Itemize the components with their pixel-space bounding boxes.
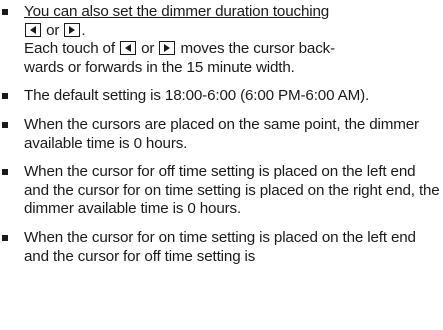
item-text: Each touch of	[24, 40, 115, 58]
list-item: When the cursor for off time setting is …	[0, 163, 443, 219]
right-arrow-button-icon	[159, 41, 176, 56]
item-text: When the cursor for off time setting is …	[24, 163, 440, 218]
bullet-marker	[2, 9, 8, 15]
item-text: When the cursor for on time setting is p…	[24, 228, 416, 265]
left-arrow-button-icon	[120, 41, 137, 56]
list-item: You can also set the dimmer duration tou…	[0, 3, 443, 77]
item-text: or	[141, 40, 155, 58]
item-text: When the cursors are placed on the same …	[24, 115, 419, 152]
item-text: moves the cursor back-	[180, 40, 336, 58]
bullet-marker	[2, 93, 8, 100]
item-text: You can also set the dimmer duration tou…	[24, 3, 330, 20]
list-item: When the cursors are placed on the same …	[0, 116, 443, 153]
bullet-marker	[2, 169, 8, 176]
bullet-marker	[2, 121, 8, 128]
list-item: The default setting is 18:00-6:00 (6:00 …	[0, 87, 443, 106]
item-text: .	[81, 21, 86, 39]
bullet-list: You can also set the dimmer duration tou…	[0, 3, 443, 276]
item-text: wards or forwards in the 15 minute width…	[24, 58, 295, 76]
left-arrow-button-icon	[25, 22, 41, 37]
manual-page: You can also set the dimmer duration tou…	[0, 0, 443, 330]
item-text: The default setting is 18:00-6:00 (6:00 …	[24, 87, 370, 105]
bullet-marker	[2, 234, 8, 241]
list-item: When the cursor for on time setting is p…	[0, 229, 443, 266]
item-text: or	[46, 21, 60, 39]
right-arrow-button-icon	[64, 22, 81, 37]
